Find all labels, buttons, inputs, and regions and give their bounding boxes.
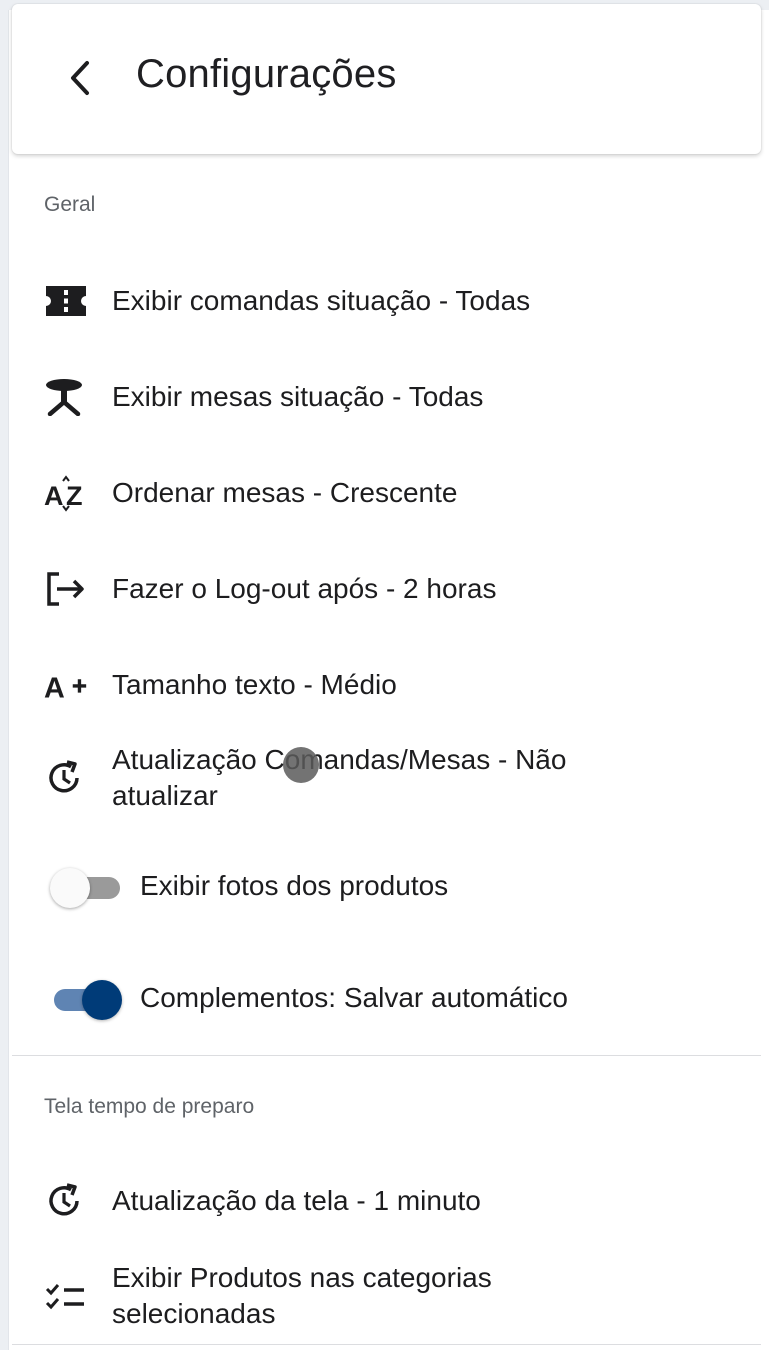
toggle-exibir-fotos[interactable]: Exibir fotos dos produtos bbox=[50, 864, 750, 908]
app-header: Configurações bbox=[12, 4, 761, 154]
table-icon bbox=[44, 375, 90, 419]
back-button[interactable] bbox=[60, 58, 100, 98]
setting-mesas-situacao[interactable]: Exibir mesas situação - Todas bbox=[44, 375, 744, 419]
setting-logout-apos[interactable]: Fazer o Log-out após - 2 horas bbox=[44, 567, 744, 611]
section-divider bbox=[12, 1055, 761, 1056]
setting-label: Exibir comandas situação - Todas bbox=[112, 285, 531, 316]
setting-label: Ordenar mesas - Crescente bbox=[112, 477, 458, 508]
svg-text:A: A bbox=[44, 481, 64, 511]
setting-label: Atualização da tela - 1 minuto bbox=[112, 1185, 481, 1216]
toggle-label: Complementos: Salvar automático bbox=[140, 982, 568, 1013]
switch[interactable] bbox=[50, 864, 122, 908]
page-title: Configurações bbox=[136, 52, 397, 96]
svg-text:A: A bbox=[44, 672, 65, 704]
ticket-icon bbox=[44, 279, 90, 323]
setting-label: Atualização Comandas/Mesas - Não atualiz… bbox=[112, 744, 567, 811]
text-size-icon: A bbox=[44, 663, 90, 707]
toggle-complementos-salvar[interactable]: Complementos: Salvar automático bbox=[50, 976, 750, 1020]
section-label-tempo-preparo: Tela tempo de preparo bbox=[44, 1095, 255, 1118]
setting-tamanho-texto[interactable]: A Tamanho texto - Médio bbox=[44, 663, 744, 707]
chevron-left-icon bbox=[71, 61, 89, 95]
setting-comandas-situacao[interactable]: Exibir comandas situação - Todas bbox=[44, 279, 744, 323]
refresh-clock-icon bbox=[44, 1179, 90, 1223]
setting-label: Exibir Produtos nas categorias seleciona… bbox=[112, 1262, 492, 1329]
setting-ordenar-mesas[interactable]: A Z Ordenar mesas - Crescente bbox=[44, 471, 744, 515]
refresh-clock-icon bbox=[44, 756, 90, 800]
switch-thumb bbox=[82, 980, 122, 1020]
setting-atualizacao-tela[interactable]: Atualização da tela - 1 minuto bbox=[44, 1179, 744, 1223]
setting-exibir-produtos-categorias[interactable]: Exibir Produtos nas categorias seleciona… bbox=[44, 1260, 744, 1332]
setting-atualizacao-comandas[interactable]: Atualização Comandas/Mesas - Não atualiz… bbox=[44, 742, 744, 814]
switch[interactable] bbox=[50, 976, 122, 1020]
toggle-label: Exibir fotos dos produtos bbox=[140, 870, 449, 901]
section-divider bbox=[12, 1344, 761, 1345]
switch-thumb bbox=[50, 868, 90, 908]
setting-label: Exibir mesas situação - Todas bbox=[112, 381, 484, 412]
touch-indicator bbox=[283, 747, 319, 783]
logout-icon bbox=[44, 567, 90, 611]
setting-label: Fazer o Log-out após - 2 horas bbox=[112, 573, 497, 604]
checklist-icon bbox=[44, 1274, 90, 1318]
sort-az-icon: A Z bbox=[44, 471, 90, 515]
setting-label: Tamanho texto - Médio bbox=[112, 669, 397, 700]
section-label-geral: Geral bbox=[44, 193, 96, 216]
